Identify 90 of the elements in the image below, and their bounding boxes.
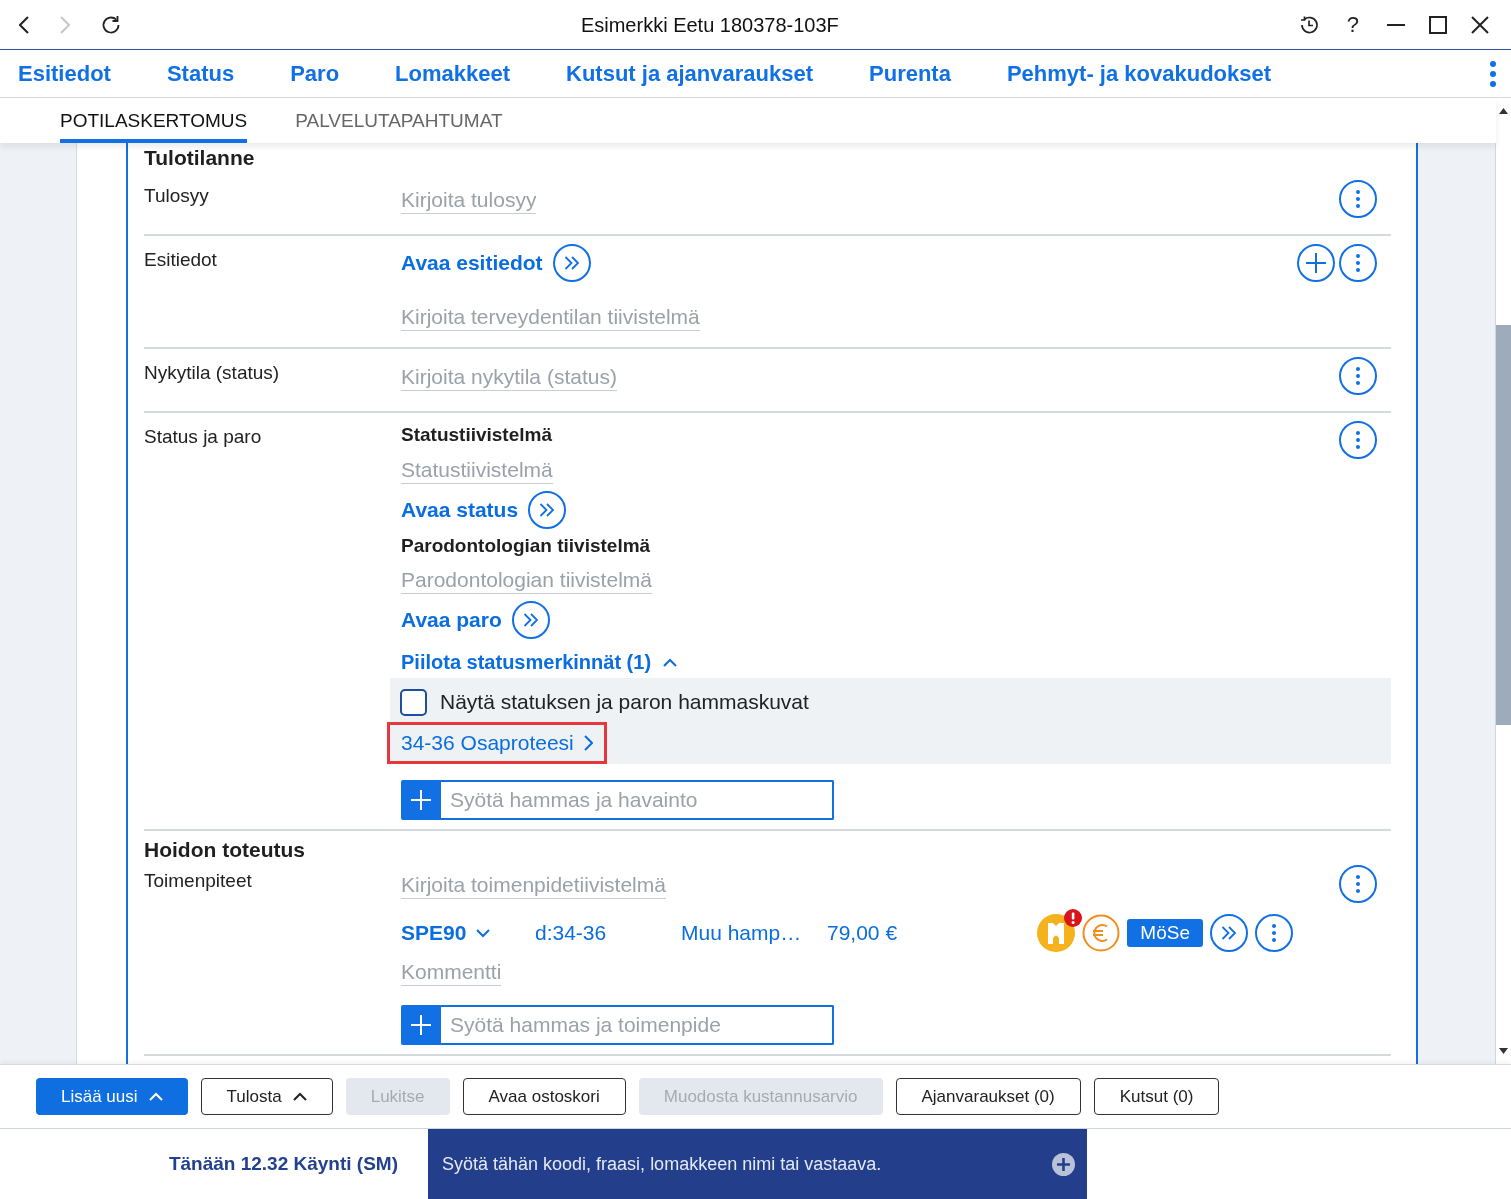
section-heading: Tulotilanne (144, 145, 255, 171)
nav-link[interactable]: Status (166, 57, 235, 90)
scrollbar-thumb[interactable] (1496, 325, 1511, 725)
scroll-up-icon[interactable] (1499, 108, 1508, 114)
chevron-right-icon (583, 735, 593, 751)
plus-icon (1306, 253, 1326, 273)
open-button[interactable] (511, 601, 550, 639)
more-icon (1272, 924, 1276, 942)
nav-link[interactable]: Paro (290, 57, 340, 90)
add-circle-icon[interactable] (1052, 1152, 1075, 1176)
euro-icon (1082, 914, 1121, 952)
more-icon (1356, 431, 1360, 449)
open-link[interactable]: Avaa esitiedot (401, 250, 543, 276)
field-label: Esitiedot (144, 248, 217, 272)
more-button[interactable] (1255, 914, 1293, 952)
chevron-down-icon (476, 928, 491, 938)
plus-icon (411, 790, 431, 810)
procedure-description: Muu hamp… (681, 920, 802, 947)
text-field[interactable]: Kommentti (401, 958, 502, 986)
nav-link[interactable]: Pehmyt- ja kovakudokset (1006, 57, 1272, 90)
checkbox-label: Näytä statuksen ja paron hammaskuvat (440, 689, 809, 715)
back-icon[interactable] (19, 15, 29, 34)
command-input[interactable]: Syötä tähän koodi, fraasi, lomakkeen nimi tai vastaava. (442, 1150, 1044, 1178)
more-button[interactable] (1339, 180, 1377, 218)
open-button[interactable] (552, 244, 591, 282)
field-label: Nykytila (status) (144, 361, 280, 385)
input-field[interactable]: Syötä hammas ja havainto (441, 780, 834, 820)
procedure-price: 79,00 € (827, 920, 898, 947)
scroll-down-icon[interactable] (1499, 1048, 1508, 1054)
refresh-icon[interactable] (101, 14, 121, 35)
toolbar-button[interactable]: Kutsut (0) (1093, 1078, 1220, 1115)
open-link[interactable]: Avaa status (401, 497, 519, 523)
code-dropdown[interactable]: SPE90 (401, 920, 491, 946)
field-label: Tulosyy (144, 184, 209, 208)
caret-up-icon (663, 657, 678, 667)
tooth-icon (1037, 914, 1076, 952)
open-link[interactable]: Avaa paro (401, 607, 502, 633)
plus-icon (411, 1015, 431, 1035)
field-label: Toimenpiteet (144, 869, 252, 893)
subheading: Statustiivistelmä (401, 423, 552, 447)
open-button[interactable] (528, 491, 567, 529)
toolbar-button[interactable]: Tulosta (200, 1078, 333, 1115)
double-chevron-icon (522, 613, 539, 627)
tooth-range: d:34-36 (535, 920, 607, 947)
nav-link[interactable]: Lomakkeet (395, 57, 511, 90)
user-badge: MöSe (1127, 919, 1203, 947)
more-button[interactable] (1339, 357, 1377, 395)
more-icon (1356, 367, 1360, 385)
toolbar-button[interactable]: Ajanvaraukset (0) (895, 1078, 1081, 1115)
add-button[interactable] (1297, 244, 1335, 282)
text-field[interactable]: Kirjoita nykytila (status) (401, 363, 617, 391)
text-field[interactable]: Kirjoita toimenpidetiivistelmä (401, 871, 666, 899)
checkbox[interactable] (400, 688, 427, 716)
toolbar-button[interactable]: Avaa ostoskori (462, 1078, 626, 1115)
double-chevron-icon (1221, 926, 1237, 940)
input-field[interactable]: Syötä hammas ja toimenpide (441, 1005, 834, 1045)
minimize-icon[interactable] (1387, 23, 1405, 26)
add-button[interactable] (401, 780, 441, 820)
sub-tab[interactable]: PALVELUTAPAHTUMAT (295, 99, 503, 143)
visit-label: Tänään 12.32 Käynti (SM) (168, 1151, 398, 1176)
close-icon[interactable] (1471, 15, 1489, 34)
toolbar-button[interactable]: Lisää uusi (36, 1078, 188, 1115)
nav-link[interactable]: Kutsut ja ajanvaraukset (566, 57, 813, 90)
text-field[interactable]: Kirjoita tulosyy (401, 186, 537, 214)
nav-link[interactable]: Purenta (869, 57, 951, 90)
text-field[interactable]: Statustiivistelmä (401, 456, 553, 484)
status-entry-link[interactable]: 34-36 Osaproteesi (387, 722, 607, 764)
more-button[interactable] (1339, 865, 1377, 903)
add-button[interactable] (401, 1005, 441, 1045)
double-chevron-icon (539, 503, 556, 517)
text-field[interactable]: Kirjoita terveydentilan tiivistelmä (401, 303, 700, 331)
text-field[interactable]: Parodontologian tiivistelmä (401, 566, 652, 594)
open-button[interactable] (1210, 914, 1248, 952)
more-icon (1356, 875, 1360, 893)
double-chevron-icon (563, 256, 580, 270)
more-icon (1356, 254, 1360, 272)
command-field[interactable]: Syötä tähän koodi, fraasi, lomakkeen nimi tai vastaava. (428, 1129, 1087, 1199)
history-icon[interactable] (1298, 14, 1319, 35)
help-button[interactable]: ? (1342, 12, 1363, 37)
more-icon (1356, 190, 1360, 208)
more-icon[interactable] (1490, 60, 1496, 87)
field-label: Status ja paro (144, 425, 262, 449)
nav-link[interactable]: Esitiedot (18, 57, 111, 90)
more-button[interactable] (1339, 244, 1377, 282)
subheading: Parodontologian tiivistelmä (401, 534, 651, 558)
toggle-link[interactable]: Piilota statusmerkinnät (1) (401, 649, 678, 675)
more-button[interactable] (1339, 421, 1377, 459)
window-title: Esimerkki Eetu 180378-103F (580, 12, 839, 38)
maximize-icon[interactable] (1429, 15, 1447, 34)
section-heading: Hoidon toteutus (144, 837, 305, 863)
